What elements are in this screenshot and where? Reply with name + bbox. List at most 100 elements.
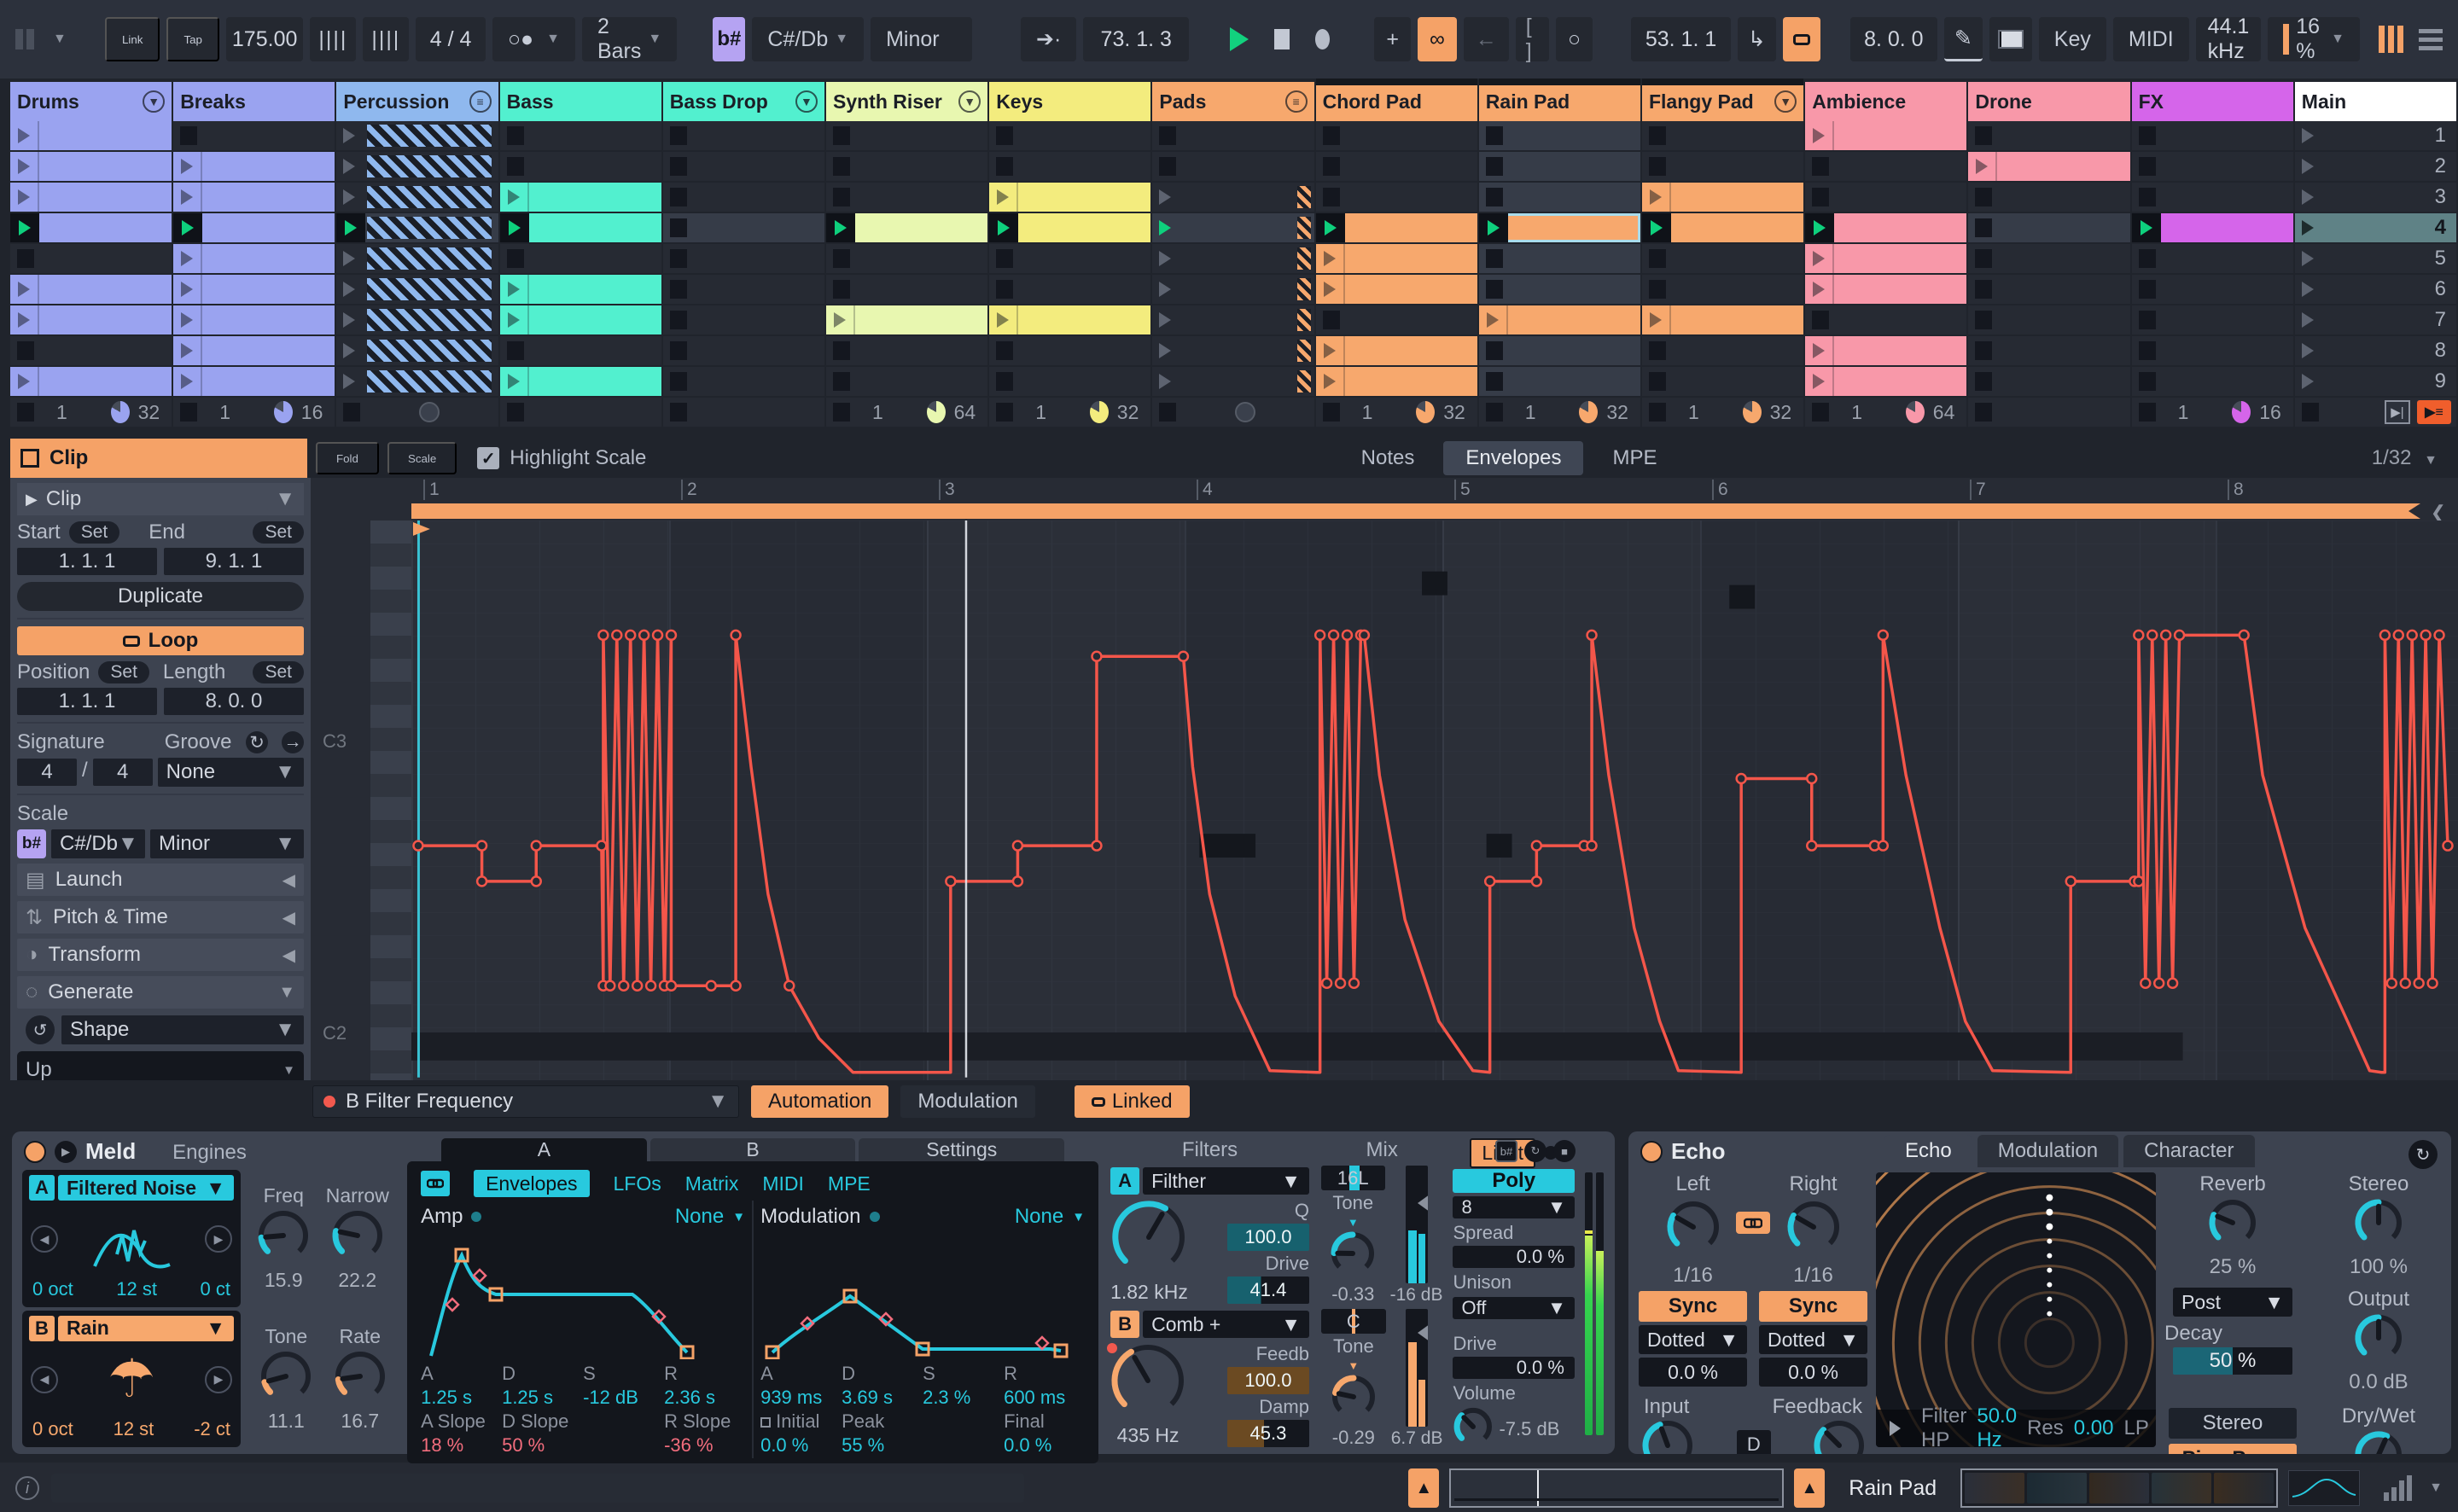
clip-slot[interactable] <box>1805 213 1967 242</box>
echo-filter-bar[interactable]: Filter HP50.0 Hz Res0.00 LP5.00 kHz Res0… <box>1876 1404 2156 1447</box>
voices-menu[interactable]: 8 ▼ <box>1453 1196 1575 1218</box>
track-header[interactable]: Drums ▼ <box>10 82 172 121</box>
clip-slot[interactable] <box>1968 275 2130 304</box>
echo-tunnel-display[interactable]: Filter HP50.0 Hz Res0.00 LP5.00 kHz Res0… <box>1876 1172 2156 1447</box>
clip-slot[interactable] <box>2131 275 2293 304</box>
clip-slot[interactable] <box>1968 152 2130 181</box>
left-sync-mode-menu[interactable]: Dotted ▼ <box>1639 1325 1747 1354</box>
clip-slot[interactable] <box>499 183 661 212</box>
track-header[interactable]: Breaks <box>173 82 335 121</box>
unison-menu[interactable]: Off ▼ <box>1453 1297 1575 1319</box>
clip-slot[interactable] <box>662 336 824 365</box>
set-end-button[interactable]: Set <box>253 521 304 544</box>
clip-slot[interactable] <box>1968 244 2130 273</box>
mod-initial[interactable]: 0.0 % <box>760 1434 842 1457</box>
clip-slot[interactable] <box>336 275 498 304</box>
clip-slot[interactable] <box>989 367 1151 396</box>
back-to-arrangement-icon[interactable]: ← <box>1463 17 1509 61</box>
clip-slot[interactable] <box>1805 275 1967 304</box>
clip-slot[interactable] <box>173 367 335 396</box>
mix-b-pan-field[interactable]: C <box>1320 1309 1386 1334</box>
automation-grid[interactable] <box>411 520 2458 1080</box>
set-position-button[interactable]: Set <box>98 661 149 683</box>
clip-slot[interactable] <box>1968 305 2130 334</box>
clip-slot[interactable] <box>1805 367 1967 396</box>
tab-notes[interactable]: Notes <box>1361 446 1415 470</box>
clip-slot[interactable] <box>499 336 661 365</box>
right-sync-mode-menu[interactable]: Dotted ▼ <box>1759 1325 1867 1354</box>
stereo-width-knob[interactable] <box>2354 1198 2403 1253</box>
filter-b-type-menu[interactable]: Comb + ▼ <box>1143 1311 1309 1338</box>
output-knob[interactable] <box>2354 1313 2403 1369</box>
reverb-knob[interactable] <box>2208 1198 2257 1253</box>
draw-mode-button[interactable]: ✎ <box>1943 17 1983 61</box>
amp-aslope[interactable]: 18 % <box>421 1434 502 1457</box>
options-icon[interactable] <box>15 29 34 49</box>
clip-slot[interactable] <box>1641 305 1804 334</box>
scale-fold-button[interactable]: Scale <box>387 442 457 474</box>
clip-slot[interactable] <box>10 121 172 150</box>
meld-refresh-icon[interactable]: ↻ <box>1524 1140 1546 1162</box>
track-stop-row[interactable] <box>336 398 498 427</box>
clip-slot[interactable] <box>1315 275 1477 304</box>
clip-slot[interactable] <box>1641 152 1804 181</box>
signature-denominator-field[interactable]: 4 <box>92 759 153 786</box>
highlight-scale-checkbox[interactable]: ✓ <box>477 447 500 469</box>
left-time-knob[interactable] <box>1666 1200 1721 1260</box>
punch-in-icon[interactable]: ↳ <box>1737 17 1776 61</box>
clip-slot[interactable] <box>825 213 988 242</box>
clip-slot[interactable] <box>1641 244 1804 273</box>
clip-slot[interactable] <box>1152 152 1314 181</box>
scene-slot[interactable]: 3 <box>2294 183 2456 212</box>
meld-save-icon[interactable]: ■ <box>1553 1140 1576 1162</box>
stop-all-clips-button[interactable]: ▶| <box>2384 400 2410 424</box>
amp-envelope-graph[interactable] <box>421 1231 745 1359</box>
clip-slot[interactable] <box>1152 336 1314 365</box>
clip-slot[interactable] <box>825 152 988 181</box>
loop-position-field[interactable]: 1. 1. 1 <box>17 688 157 715</box>
clip-slot[interactable] <box>989 152 1151 181</box>
scene-slot[interactable]: 2 <box>2294 152 2456 181</box>
clip-slot[interactable] <box>1315 336 1477 365</box>
capture-midi-button[interactable]: ○ <box>1555 17 1593 61</box>
scale-root-menu[interactable]: C#/Db ▼ <box>752 17 865 61</box>
clip-slot[interactable] <box>2131 367 2293 396</box>
track-stop-row[interactable]: 1 32 <box>10 398 172 427</box>
clip-slot[interactable] <box>336 121 498 150</box>
arrangement-record-button[interactable] <box>1314 29 1331 49</box>
clip-slot[interactable] <box>1968 213 2130 242</box>
clip-slot[interactable] <box>662 275 824 304</box>
clip-overview-toggle[interactable]: ▲ <box>1408 1468 1440 1508</box>
clip-slot[interactable] <box>825 244 988 273</box>
clip-slot[interactable] <box>1315 367 1477 396</box>
quantization-menu[interactable]: 2 Bars ▼ <box>581 15 678 63</box>
section-pitch-time[interactable]: ⇅ Pitch & Time ◀ <box>17 901 304 933</box>
engine-a-tag[interactable]: A <box>29 1175 55 1201</box>
track-header[interactable]: Synth Riser ▼ <box>825 82 988 121</box>
mod-attack[interactable]: 939 ms <box>760 1387 842 1409</box>
loop-start-field[interactable]: 53. 1. 1 <box>1631 17 1731 61</box>
amp-sustain[interactable]: -12 dB <box>583 1387 664 1409</box>
mix-a-tone-knob[interactable] <box>1330 1230 1376 1282</box>
nudge-down-icon[interactable]: |||| <box>310 17 357 61</box>
clip-slot[interactable] <box>173 121 335 150</box>
scene-slot[interactable]: 4 <box>2294 213 2456 242</box>
track-header[interactable]: Chord Pad <box>1315 79 1478 121</box>
spread-field[interactable]: 0.0 % <box>1453 1246 1575 1268</box>
loop-toggle[interactable]: Loop <box>17 626 304 655</box>
env-link-icon[interactable] <box>421 1171 451 1196</box>
amp-mod-menu[interactable]: None ▼ <box>675 1205 745 1229</box>
clip-slot[interactable] <box>1315 244 1477 273</box>
clip-slot[interactable] <box>1968 367 2130 396</box>
section-generate[interactable]: ◌ Generate ▼ <box>17 976 304 1009</box>
clip-slot[interactable] <box>2131 244 2293 273</box>
clip-slot[interactable] <box>825 336 988 365</box>
stereo-mode-button[interactable]: Stereo <box>2169 1408 2297 1439</box>
clip-slot[interactable] <box>336 305 498 334</box>
piano-keys-strip[interactable] <box>370 520 411 1080</box>
metronome-button[interactable]: ○● ▼ <box>492 17 575 61</box>
clip-slot[interactable] <box>989 183 1151 212</box>
clip-slot[interactable] <box>1315 121 1477 150</box>
clip-slot[interactable] <box>1478 213 1640 242</box>
groove-menu[interactable]: None ▼ <box>157 758 304 787</box>
